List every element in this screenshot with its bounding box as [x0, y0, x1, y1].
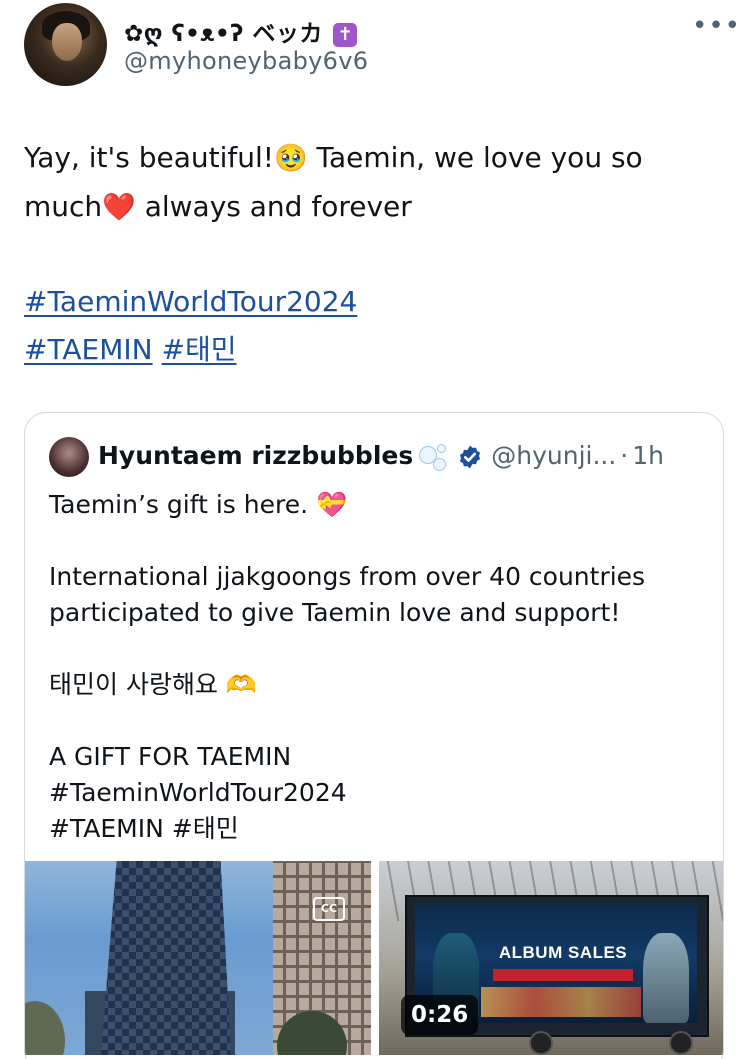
- tweet-line-1: Yay, it's beautiful!🥹 Taemin, we love yo…: [24, 134, 724, 183]
- checkered-tower-shape: [101, 861, 231, 1055]
- quoted-text-line: [49, 631, 709, 667]
- hashtag-link[interactable]: #태민: [162, 333, 237, 366]
- truck-wheel: [529, 1031, 553, 1055]
- quoted-author-avatar[interactable]: [49, 437, 89, 477]
- quoted-text-line: [49, 703, 709, 739]
- cc-icon[interactable]: CC: [313, 897, 345, 921]
- tree-shape: [25, 1001, 65, 1055]
- author-name-text: ✿ღ ʕ•ᴥ•ʔ ベッカ: [124, 21, 323, 47]
- media-thumbnail-truck-video[interactable]: ALBUM SALES 0:26: [379, 861, 723, 1055]
- hashtag-link[interactable]: #TAEMIN: [24, 333, 153, 366]
- quoted-text-line: #TAEMIN #태민: [49, 814, 239, 843]
- hashtag-link[interactable]: #TaeminWorldTour2024: [24, 285, 357, 318]
- tweet-text-segment: Yay, it's beautiful!: [24, 141, 274, 174]
- separator-dot: ·: [620, 441, 629, 470]
- quoted-text-line: 태민이 사랑해요 🫶: [49, 670, 258, 699]
- concert-crowd-graphic: [481, 987, 641, 1017]
- quoted-tweet-time[interactable]: 1h: [632, 441, 664, 470]
- quoted-text-line: International jjakgoongs from over 40 co…: [49, 562, 646, 591]
- quoted-tweet-body: Taemin’s gift is here. 💝 International j…: [49, 487, 709, 847]
- tweet-text-segment: always and forever: [135, 190, 412, 223]
- quoted-tweet-card[interactable]: Hyuntaem rizzbubbles @hyunji... · 1h Taemin…: [24, 412, 724, 1059]
- more-options-icon[interactable]: •••: [692, 13, 740, 39]
- album-sales-title: ALBUM SALES: [498, 943, 628, 962]
- tweet-hashtags: #TaeminWorldTour2024 #TAEMIN #태민: [24, 278, 357, 374]
- tweet-body: Yay, it's beautiful!🥹 Taemin, we love yo…: [24, 134, 724, 232]
- author-handle[interactable]: @myhoneybaby6v6: [124, 47, 368, 75]
- tweet-detail: ✿ღ ʕ•ᴥ•ʔ ベッカ ✝ @myhoneybaby6v6 ••• Yay, …: [0, 0, 750, 1059]
- verified-badge-icon: [460, 445, 481, 469]
- media-thumbnail-building[interactable]: CC: [25, 861, 371, 1055]
- red-heart-emoji-icon: ❤️: [102, 192, 136, 223]
- pleading-face-emoji-icon: 🥹: [274, 143, 308, 174]
- quoted-text-line: Taemin’s gift is here. 💝: [49, 490, 348, 519]
- tweet-line-2: much❤️ always and forever: [24, 183, 724, 232]
- avatar-face: [52, 23, 82, 61]
- quoted-text-line: A GIFT FOR TAEMIN: [49, 742, 292, 771]
- bubbles-icon: [417, 442, 449, 472]
- quoted-text-line: #TaeminWorldTour2024: [49, 778, 347, 807]
- quoted-tweet-header: Hyuntaem rizzbubbles @hyunji... · 1h: [98, 439, 664, 473]
- quoted-author-name[interactable]: Hyuntaem rizzbubbles: [98, 441, 413, 470]
- tweet-text-segment: much: [24, 190, 103, 223]
- poster-figure-right: [643, 933, 689, 1023]
- author-display-name[interactable]: ✿ღ ʕ•ᴥ•ʔ ベッカ ✝: [124, 14, 358, 48]
- album-sales-banner: [493, 969, 633, 981]
- quoted-author-handle[interactable]: @hyunji...: [491, 441, 616, 470]
- tweet-text-segment: Taemin, we love you so: [307, 141, 643, 174]
- truck-wheel: [669, 1031, 693, 1055]
- author-avatar[interactable]: [24, 3, 107, 86]
- quoted-text-line: participated to give Taemin love and sup…: [49, 598, 621, 627]
- quoted-text-line: [49, 523, 709, 559]
- video-duration-badge: 0:26: [401, 995, 479, 1035]
- cross-icon: ✝: [333, 22, 358, 47]
